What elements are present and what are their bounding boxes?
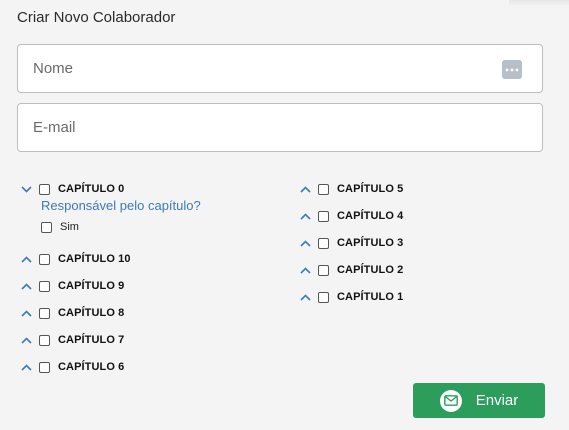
envelope-icon — [439, 389, 462, 412]
send-label: Enviar — [475, 392, 519, 409]
chapter-checkbox[interactable] — [39, 253, 50, 265]
chevron-up-icon[interactable] — [298, 182, 312, 196]
chapter-checkbox[interactable] — [318, 183, 329, 195]
chapter-row-6: CAPÍTULO 6 — [19, 358, 124, 376]
chapter-label: CAPÍTULO 3 — [337, 237, 404, 249]
chapter-row-8: CAPÍTULO 8 — [19, 304, 124, 322]
send-button[interactable]: Enviar — [413, 383, 545, 418]
chapter-row-9: CAPÍTULO 9 — [19, 277, 124, 295]
chapter-checkbox[interactable] — [39, 183, 50, 195]
chapter-row-5: CAPÍTULO 5 — [298, 180, 403, 198]
chapter-label: CAPÍTULO 0 — [58, 183, 125, 195]
chevron-up-icon[interactable] — [298, 209, 312, 223]
name-field[interactable] — [17, 44, 543, 93]
chapter-label: CAPÍTULO 1 — [337, 291, 404, 303]
chevron-up-icon[interactable] — [19, 279, 33, 293]
chapter-label: CAPÍTULO 2 — [337, 264, 404, 276]
chapter-row-4: CAPÍTULO 4 — [298, 207, 403, 225]
responsible-question: Responsável pelo capítulo? — [41, 198, 201, 213]
chevron-up-icon[interactable] — [298, 263, 312, 277]
password-dots-icon[interactable] — [502, 60, 522, 79]
yes-label: Sim — [60, 221, 79, 233]
chapter-label: CAPÍTULO 6 — [58, 361, 125, 373]
chapter-checkbox[interactable] — [39, 280, 50, 292]
chevron-up-icon[interactable] — [19, 360, 33, 374]
email-input[interactable] — [33, 104, 493, 151]
chapter-row-10: CAPÍTULO 10 — [19, 250, 131, 268]
chevron-up-icon[interactable] — [298, 290, 312, 304]
chapter-label: CAPÍTULO 9 — [58, 280, 125, 292]
chapter-checkbox[interactable] — [318, 237, 329, 249]
chapter-row-7: CAPÍTULO 7 — [19, 331, 124, 349]
chapter-checkbox[interactable] — [39, 307, 50, 319]
name-input[interactable] — [33, 45, 493, 92]
chevron-up-icon[interactable] — [19, 252, 33, 266]
yes-option: Sim — [41, 221, 79, 233]
chapter-checkbox[interactable] — [39, 334, 50, 346]
chevron-down-icon[interactable] — [19, 182, 33, 196]
chapter-checkbox[interactable] — [318, 264, 329, 276]
chapter-row-1: CAPÍTULO 1 — [298, 288, 403, 306]
top-shadow — [509, 0, 569, 6]
chapter-checkbox[interactable] — [39, 361, 50, 373]
yes-checkbox[interactable] — [41, 221, 52, 233]
email-field[interactable] — [17, 103, 543, 152]
chapter-checkbox[interactable] — [318, 291, 329, 303]
chapter-label: CAPÍTULO 8 — [58, 307, 125, 319]
chapter-label: CAPÍTULO 4 — [337, 210, 404, 222]
chapter-checkbox[interactable] — [318, 210, 329, 222]
chapter-label: CAPÍTULO 7 — [58, 334, 125, 346]
chapter-row-3: CAPÍTULO 3 — [298, 234, 403, 252]
page-title: Criar Novo Colaborador — [17, 9, 176, 26]
chapter-row-2: CAPÍTULO 2 — [298, 261, 403, 279]
chevron-up-icon[interactable] — [19, 306, 33, 320]
chapter-label: CAPÍTULO 5 — [337, 183, 404, 195]
chevron-up-icon[interactable] — [298, 236, 312, 250]
chevron-up-icon[interactable] — [19, 333, 33, 347]
chapter-label: CAPÍTULO 10 — [58, 253, 131, 265]
chapter-row-0: CAPÍTULO 0 — [19, 180, 124, 198]
